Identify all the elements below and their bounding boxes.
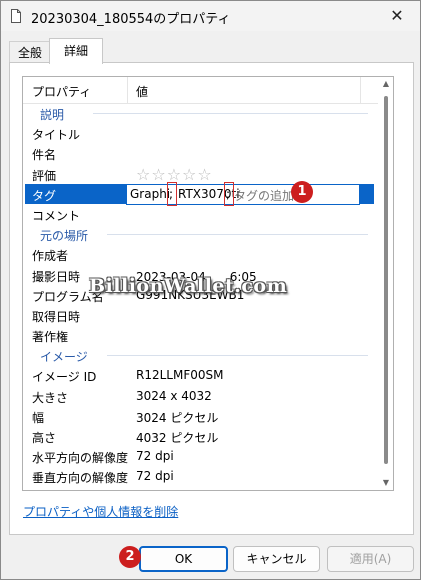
section-image: イメージ <box>23 345 378 365</box>
row-copyright[interactable]: 著作権 <box>23 325 378 345</box>
row-horizontal-resolution[interactable]: 水平方向の解像度 72 dpi <box>23 446 378 466</box>
property-name: 垂直方向の解像度 <box>32 471 129 486</box>
property-name: 取得日時 <box>32 309 81 324</box>
property-value[interactable]: 4032 ピクセル <box>136 429 218 446</box>
section-description: 説明 <box>23 103 378 123</box>
remove-properties-link[interactable]: プロパティや個人情報を削除 <box>23 503 178 520</box>
properties-dialog: 20230304_180554のプロパティ ✕ 全般 詳細 プロパティ 値 説明… <box>0 0 421 580</box>
scroll-down-icon[interactable]: ▼ <box>381 478 391 488</box>
property-value[interactable]: 72 dpi <box>136 469 174 483</box>
property-name: 水平方向の解像度 <box>32 451 129 466</box>
row-rating[interactable]: 評価 ☆☆☆☆☆ <box>23 164 378 184</box>
property-value[interactable]: 72 dpi <box>136 449 174 463</box>
column-divider[interactable] <box>360 77 361 103</box>
row-authors[interactable]: 作成者 <box>23 244 378 264</box>
row-comments[interactable]: コメント <box>23 204 378 224</box>
tab-general[interactable]: 全般 <box>9 41 51 64</box>
scroll-thumb[interactable] <box>384 96 388 464</box>
vertical-scrollbar[interactable]: ▲ ▼ <box>379 77 393 490</box>
list-header: プロパティ 値 <box>23 77 378 104</box>
property-name: コメント <box>32 208 81 223</box>
title-bar: 20230304_180554のプロパティ ✕ <box>1 1 420 31</box>
property-name: 大きさ <box>32 390 69 405</box>
row-vertical-resolution[interactable]: 垂直方向の解像度 72 dpi <box>23 466 378 486</box>
property-name: 著作権 <box>32 330 69 345</box>
row-title[interactable]: タイトル <box>23 123 378 143</box>
row-height[interactable]: 高さ 4032 ピクセル <box>23 426 378 446</box>
property-name: タイトル <box>32 128 81 143</box>
annotation-badge-1: 1 <box>291 181 313 203</box>
cancel-button[interactable]: キャンセル <box>233 546 320 572</box>
row-image-id[interactable]: イメージ ID R12LLMF00SM <box>23 365 378 385</box>
column-divider[interactable] <box>127 77 128 103</box>
section-label: 元の場所 <box>40 229 89 244</box>
section-divider <box>107 355 368 357</box>
property-name: 件名 <box>32 148 57 163</box>
apply-button[interactable]: 適用(A) <box>327 546 414 572</box>
close-icon: ✕ <box>390 6 404 25</box>
property-name: 評価 <box>32 168 57 183</box>
row-dimensions[interactable]: 大きさ 3024 x 4032 <box>23 386 378 406</box>
property-value[interactable]: 3024 ピクセル <box>136 409 218 426</box>
tab-details[interactable]: 詳細 <box>49 38 103 64</box>
file-icon <box>11 9 21 23</box>
row-date-acquired[interactable]: 取得日時 <box>23 305 378 325</box>
watermark: BillionWallet.com <box>89 275 288 297</box>
row-tags[interactable]: タグ Graphi ; RTX3070ti ; タグの追加 <box>25 181 374 206</box>
row-width[interactable]: 幅 3024 ピクセル <box>23 406 378 426</box>
scroll-up-icon[interactable]: ▲ <box>381 79 391 89</box>
ok-button[interactable]: OK <box>139 546 228 572</box>
property-name: 撮影日時 <box>32 269 81 284</box>
property-value[interactable]: 3024 x 4032 <box>136 389 212 403</box>
tags-input[interactable]: Graphi ; RTX3070ti ; タグの追加 <box>126 181 360 206</box>
property-name: 作成者 <box>32 249 69 264</box>
column-header-property[interactable]: プロパティ <box>32 83 91 100</box>
rating-stars[interactable]: ☆☆☆☆☆ <box>136 165 213 184</box>
section-divider <box>107 234 368 236</box>
highlight-box <box>224 181 234 206</box>
tag-placeholder: タグの追加 <box>234 188 295 203</box>
close-button[interactable]: ✕ <box>380 1 414 31</box>
property-name: タグ <box>32 188 57 203</box>
tag-text: Graphi <box>130 186 171 201</box>
property-name: 幅 <box>32 410 45 425</box>
highlight-box <box>167 181 177 206</box>
row-subject[interactable]: 件名 <box>23 143 378 163</box>
annotation-badge-2: 2 <box>119 546 141 568</box>
section-origin: 元の場所 <box>23 224 378 244</box>
window-title: 20230304_180554のプロパティ <box>31 12 231 27</box>
section-label: 説明 <box>40 108 65 122</box>
property-value[interactable]: R12LLMF00SM <box>136 368 223 382</box>
column-header-value[interactable]: 値 <box>136 83 148 100</box>
section-divider <box>93 113 368 114</box>
property-name: 高さ <box>32 431 57 445</box>
property-name: イメージ ID <box>32 370 97 385</box>
section-label: イメージ <box>40 350 88 365</box>
